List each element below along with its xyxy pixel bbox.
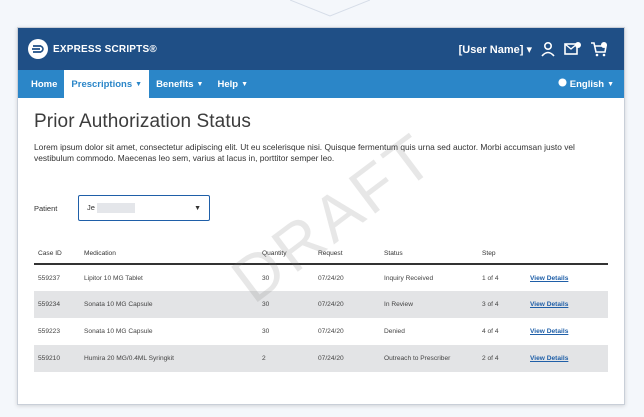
cell-medication: Humira 20 MG/0.4ML Syringkit <box>80 345 258 372</box>
main-nav: Home Prescriptions ▼ Benefits ▼ Help ▼ Engl… <box>18 70 624 98</box>
nav-help[interactable]: Help ▼ <box>210 70 255 98</box>
brand-logo[interactable]: EXPRESS SCRIPTS® <box>28 39 157 59</box>
cell-requested: 07/24/20 <box>314 345 380 372</box>
cell-step: 3 of 4 <box>478 291 526 318</box>
cell-status: Inquiry Received <box>384 274 434 282</box>
cell-medication: Lipitor 10 MG Tablet <box>84 274 143 282</box>
user-area: [User Name] ▾ <box>459 41 608 57</box>
view-details-link[interactable]: View Details <box>530 275 568 282</box>
cell-action: View Details <box>526 345 608 372</box>
patient-label: Patient <box>34 203 58 213</box>
page-title: Prior Authorization Status <box>34 111 251 132</box>
redacted-name <box>96 203 135 213</box>
cell-case-id: 559210 <box>34 345 80 372</box>
col-requested: Request <box>314 248 380 265</box>
cell-requested: 07/24/20 <box>318 274 344 282</box>
background-fold-shape <box>290 0 370 17</box>
cell-quantity: 2 <box>258 345 314 372</box>
cell-quantity: 30 <box>258 291 314 318</box>
user-profile-icon[interactable] <box>540 41 556 57</box>
cell-status: In Review <box>380 291 478 318</box>
cell-requested: 07/24/20 <box>314 291 380 318</box>
brand-name: EXPRESS SCRIPTS® <box>53 43 157 55</box>
col-status: Status <box>380 248 478 265</box>
cell-step: 4 of 4 <box>482 328 499 335</box>
col-medication: Medication <box>80 248 258 265</box>
cell-medication: Sonata 10 MG Capsule <box>84 328 153 335</box>
main-content: Prior Authorization Status Lorem ipsum d… <box>18 111 624 372</box>
patient-select-value: Je <box>87 203 135 213</box>
user-menu[interactable]: [User Name] ▾ <box>459 43 532 56</box>
cell-status: Outreach to Prescriber <box>380 345 478 372</box>
cell-action: View Details <box>526 318 608 345</box>
view-details-link[interactable]: View Details <box>530 355 568 362</box>
cell-status: Denied <box>384 328 405 335</box>
cell-action: View Details <box>526 291 608 318</box>
cell-quantity: 30 <box>262 328 270 335</box>
nav-home-label: Home <box>31 78 58 90</box>
cell-case-id: 559237 <box>38 274 61 282</box>
col-quantity: Quantity <box>258 248 314 265</box>
user-menu-caret: ▾ <box>526 43 532 56</box>
cell-step: 1 of 4 <box>482 274 499 282</box>
cell-action: View Details <box>526 264 608 291</box>
table-row: 559223 Sonata 10 MG Capsule 30 07/24/20 … <box>34 318 608 345</box>
messages-icon[interactable] <box>564 41 582 57</box>
view-details-link[interactable]: View Details <box>530 328 568 335</box>
language-selector[interactable]: English ▼ <box>558 70 614 98</box>
nav-home[interactable]: Home <box>24 70 64 98</box>
chevron-down-icon: ▼ <box>241 80 249 88</box>
patient-filter: Patient Je ▼ <box>34 195 608 221</box>
top-header: EXPRESS SCRIPTS® [User Name] ▾ <box>18 28 624 70</box>
col-case-id: Case ID <box>34 248 80 265</box>
nav-prescriptions[interactable]: Prescriptions ▼ <box>64 70 150 98</box>
cell-step: 2 of 4 <box>478 345 526 372</box>
chevron-down-icon: ▼ <box>135 80 143 88</box>
language-label: English <box>569 78 605 90</box>
cell-case-id: 559234 <box>34 291 80 318</box>
table-row: 559210 Humira 20 MG/0.4ML Syringkit 2 07… <box>34 345 608 372</box>
cell-medication: Sonata 10 MG Capsule <box>80 291 258 318</box>
user-name: [User Name] <box>458 43 524 56</box>
view-details-link[interactable]: View Details <box>530 301 568 308</box>
express-scripts-logo-icon <box>28 39 48 59</box>
col-action <box>526 248 608 265</box>
nav-benefits-label: Benefits <box>156 78 194 90</box>
table-row: 559237 Lipitor 10 MG Tablet 30 07/24/20 … <box>34 264 608 291</box>
globe-icon <box>558 78 567 90</box>
prior-auth-table: Case ID Medication Quantity Request Stat… <box>34 248 608 372</box>
patient-select[interactable]: Je ▼ <box>78 195 210 221</box>
cell-case-id: 559223 <box>38 328 61 335</box>
nav-help-label: Help <box>217 78 239 90</box>
chevron-down-icon: ▼ <box>607 80 614 88</box>
nav-benefits[interactable]: Benefits ▼ <box>149 70 210 98</box>
nav-prescriptions-label: Prescriptions <box>71 78 133 90</box>
intro-text: Lorem ipsum dolor sit amet, consectetur … <box>34 142 575 163</box>
chevron-down-icon: ▼ <box>194 204 201 212</box>
table-row: 559234 Sonata 10 MG Capsule 30 07/24/20 … <box>34 291 608 318</box>
cell-quantity: 30 <box>262 274 270 282</box>
chevron-down-icon: ▼ <box>196 80 204 88</box>
cart-icon[interactable] <box>590 41 608 57</box>
app-window: EXPRESS SCRIPTS® [User Name] ▾ Home Pres… <box>17 27 625 405</box>
table-header-row: Case ID Medication Quantity Request Stat… <box>34 248 608 265</box>
cell-requested: 07/24/20 <box>318 328 344 335</box>
col-step: Step <box>478 248 526 265</box>
